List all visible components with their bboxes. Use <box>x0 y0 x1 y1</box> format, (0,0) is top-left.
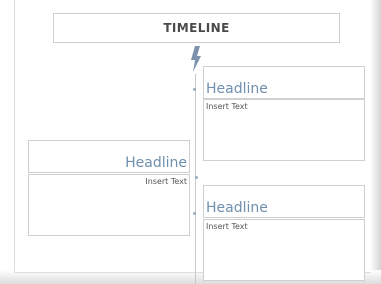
timeline-title: TIMELINE <box>163 21 230 35</box>
event-3-text: Insert Text <box>206 222 248 231</box>
timeline-marker-1 <box>193 88 196 91</box>
timeline-marker-3 <box>193 212 196 215</box>
event-2-headline: Headline <box>125 155 187 171</box>
event-2-headline-box[interactable]: Headline <box>28 140 190 173</box>
event-1-text: Insert Text <box>206 102 248 111</box>
page-shadow-right <box>370 0 381 284</box>
event-3-headline-box[interactable]: Headline <box>203 185 365 218</box>
event-1-headline-box[interactable]: Headline <box>203 66 365 99</box>
event-3-headline: Headline <box>206 200 268 216</box>
event-2-text: Insert Text <box>145 177 187 186</box>
event-1-text-box[interactable]: Insert Text <box>203 99 365 161</box>
event-1-headline: Headline <box>206 81 268 97</box>
timeline-axis <box>195 74 196 284</box>
event-3-text-box[interactable]: Insert Text <box>203 219 365 281</box>
lightning-bolt-icon <box>191 46 201 72</box>
event-2-text-box[interactable]: Insert Text <box>28 174 190 236</box>
timeline-title-box[interactable]: TIMELINE <box>53 13 340 43</box>
timeline-marker-2 <box>195 176 198 179</box>
